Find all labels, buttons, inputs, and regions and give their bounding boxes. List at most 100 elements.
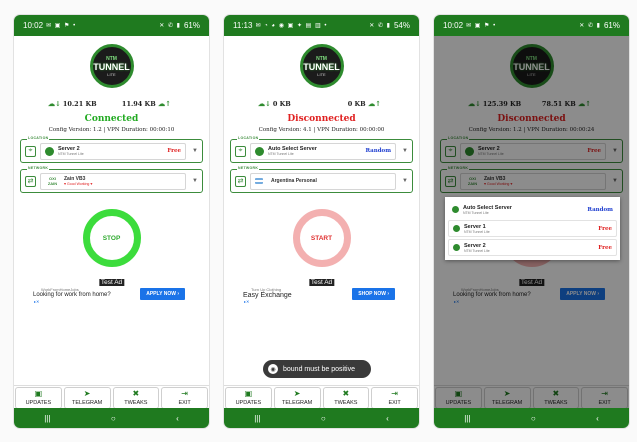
ad-banner[interactable]: Test Ad WorkFromHomeJobs Looking for wor… (14, 279, 209, 306)
back-button[interactable]: ‹ (596, 414, 599, 423)
download-stat: ☁↓ 10.21 KB (48, 99, 97, 108)
tab-updates[interactable]: ▣ UPDATES (15, 387, 62, 409)
battery-level: 61% (183, 21, 200, 30)
network-icon: ⇄ (235, 175, 246, 187)
option-subtitle: NTM Tunnel Lite (463, 210, 489, 215)
network-dropdown[interactable]: OXI ZAIN Zain VB3 ♥ Good Working ♥ (40, 172, 187, 190)
download-stat: ☁↓ 0 KB (258, 99, 291, 108)
notification-icons: ✉ ◔ ◕ ◉ ▣ ✦ ▤ ▥ • (255, 23, 328, 29)
option-type-label: Random (587, 206, 613, 213)
chevron-down-icon[interactable]: ▼ (192, 178, 198, 184)
option-type-label: Free (598, 225, 612, 232)
clock: 10:02 (23, 21, 44, 30)
home-button[interactable]: ○ (111, 414, 116, 423)
home-button[interactable]: ○ (531, 414, 536, 423)
tab-telegram[interactable]: ➤ TELEGRAM (273, 387, 321, 409)
tab-exit[interactable]: ⇥ EXIT (371, 387, 418, 409)
ad-banner[interactable]: Test Ad Turn Up Clothing Easy Exchange ▸… (224, 279, 419, 306)
battery-level: 54% (393, 21, 410, 30)
argentina-flag-icon (255, 178, 263, 184)
server-option[interactable]: Auto Select Server NTM Tunnel Lite Rando… (448, 201, 617, 218)
clock: 10:02 (443, 21, 464, 30)
server-flag-icon (452, 206, 459, 213)
adchoices-icon[interactable]: ▸✕ (244, 299, 249, 304)
status-bar: 10:02 ✉ ▣ ⚑ • ✕ ✆ ▮ 61% (434, 15, 629, 36)
server-picker-dialog: Auto Select Server NTM Tunnel Lite Rando… (445, 197, 620, 260)
location-pin-icon: ⌖ (235, 145, 246, 157)
tab-label: EXIT (178, 400, 191, 406)
carrier-logo-icon: OXI ZAIN (47, 175, 58, 186)
connection-status: Disconnected (287, 114, 356, 124)
tab-updates[interactable]: ▣ UPDATES (225, 387, 272, 409)
notification-icons: ✉ ▣ ⚑ • (46, 23, 77, 29)
tab-icon: ⇥ (391, 389, 398, 398)
server-option[interactable]: Server 1 NTM Tunnel Lite Free (448, 220, 617, 237)
upload-stat: 0 KB ☁↑ (347, 99, 381, 108)
tab-telegram[interactable]: ➤ TELEGRAM (63, 387, 111, 409)
server-dropdown[interactable]: Server 2 NTM Tunnel Lite Free (40, 142, 187, 160)
server-flag-icon (453, 225, 460, 232)
tab-tweaks[interactable]: ✖ TWEAKS (112, 387, 160, 409)
tab-icon: ▣ (244, 389, 253, 398)
upload-cloud-icon: ☁↑ (155, 99, 171, 108)
tab-label: TWEAKS (124, 400, 148, 406)
server-type-label: Free (167, 148, 182, 154)
recent-apps-button[interactable]: ||| (254, 414, 260, 423)
tab-icon: ➤ (293, 389, 301, 398)
power-button[interactable]: START (292, 209, 351, 267)
server-subtitle: NTM Tunnel Lite (268, 152, 294, 156)
tab-label: UPDATES (235, 400, 262, 406)
bottom-tabs: ▣ UPDATES ➤ TELEGRAM ✖ TWEAKS ⇥ EXIT (224, 385, 419, 410)
option-subtitle: NTM Tunnel Lite (464, 248, 490, 253)
network-tag: NETWORK (237, 166, 260, 170)
phone-screen-1: 10:02 ✉ ▣ ⚑ • ✕ ✆ ▮ 61% NTM TUNNEL LITE … (13, 14, 210, 429)
system-icons: ✕ ✆ ▮ (159, 23, 181, 29)
toast-message: ◉ bound must be positive (263, 360, 371, 378)
notification-icons: ✉ ▣ ⚑ • (466, 23, 497, 29)
test-ad-label: Test Ad (308, 279, 335, 286)
connection-status: Connected (84, 114, 139, 124)
status-bar: 11:13 ✉ ◔ ◕ ◉ ▣ ✦ ▤ ▥ • ✕ ✆ ▮ 54% (224, 15, 419, 36)
location-selector[interactable]: LOCATION ⌖ Auto Select Server NTM Tunnel… (230, 136, 413, 163)
android-nav-bar: ||| ○ ‹ (14, 408, 209, 428)
tab-exit[interactable]: ⇥ EXIT (161, 387, 208, 409)
home-button[interactable]: ○ (321, 414, 326, 423)
toast-text: bound must be positive (283, 365, 355, 373)
tab-tweaks[interactable]: ✖ TWEAKS (322, 387, 370, 409)
tab-label: TWEAKS (334, 400, 358, 406)
config-info: Config Version: 4.1 | VPN Duration: 00:0… (258, 127, 385, 133)
tab-label: TELEGRAM (281, 400, 313, 406)
network-name: Argentina Personal (271, 178, 317, 184)
ad-cta-button[interactable]: APPLY NOW › (140, 288, 185, 300)
tab-label: UPDATES (25, 400, 52, 406)
recent-apps-button[interactable]: ||| (44, 414, 50, 423)
config-info: Config Version: 1.2 | VPN Duration: 00:0… (48, 127, 175, 133)
server-subtitle: NTM Tunnel Lite (58, 152, 84, 156)
chevron-down-icon[interactable]: ▼ (192, 148, 198, 154)
back-button[interactable]: ‹ (386, 414, 389, 423)
location-selector[interactable]: LOCATION ⌖ Server 2 NTM Tunnel Lite Free… (20, 136, 203, 163)
app-logo: NTM TUNNEL LITE (89, 44, 134, 88)
network-dropdown[interactable]: Argentina Personal (250, 172, 397, 190)
power-button[interactable]: STOP (82, 209, 141, 267)
server-option[interactable]: Server 2 NTM Tunnel Lite Free (448, 239, 617, 256)
network-subtitle: ♥ Good Working ♥ (64, 182, 93, 186)
chevron-down-icon[interactable]: ▼ (402, 148, 408, 154)
tab-icon: ✖ (132, 389, 140, 398)
battery-level: 61% (603, 21, 620, 30)
back-button[interactable]: ‹ (176, 414, 179, 423)
network-selector[interactable]: NETWORK ⇄ OXI ZAIN Zain VB3 ♥ Good Workin… (20, 166, 203, 193)
network-icon: ⇄ (25, 175, 36, 187)
option-type-label: Free (598, 244, 612, 251)
app-logo: NTM TUNNEL LITE (299, 44, 344, 88)
adchoices-icon[interactable]: ▸✕ (34, 299, 39, 304)
ad-cta-button[interactable]: SHOP NOW › (352, 288, 395, 300)
android-nav-bar: ||| ○ ‹ (434, 408, 629, 428)
network-selector[interactable]: NETWORK ⇄ Argentina Personal ▼ (230, 166, 413, 193)
option-subtitle: NTM Tunnel Lite (464, 229, 490, 234)
chevron-down-icon[interactable]: ▼ (402, 178, 408, 184)
server-dropdown[interactable]: Auto Select Server NTM Tunnel Lite Rando… (250, 142, 397, 160)
recent-apps-button[interactable]: ||| (464, 414, 470, 423)
tab-label: TELEGRAM (71, 400, 103, 406)
tab-icon: ⇥ (181, 389, 188, 398)
